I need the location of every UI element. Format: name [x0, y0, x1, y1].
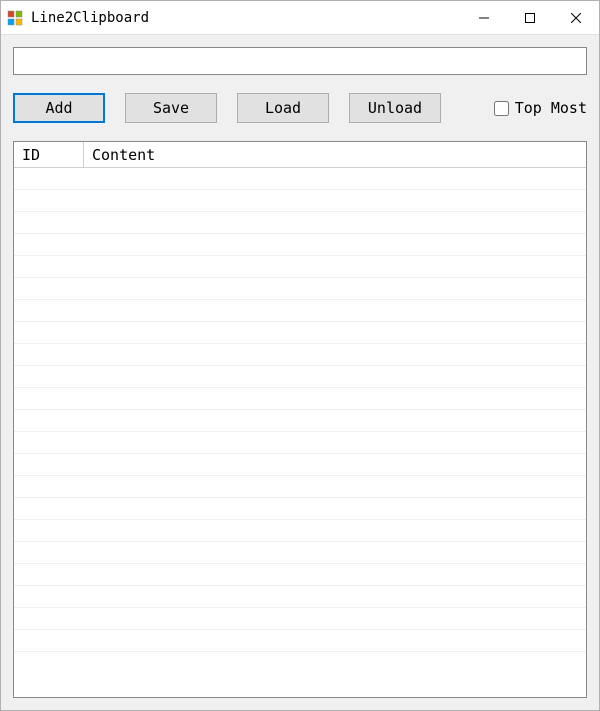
list-item[interactable] [14, 212, 586, 234]
button-row: Add Save Load Unload Top Most [13, 93, 587, 123]
list-item[interactable] [14, 432, 586, 454]
list-item[interactable] [14, 454, 586, 476]
topmost-checkbox-wrap[interactable]: Top Most [494, 99, 587, 117]
app-icon [7, 10, 23, 26]
close-button[interactable] [553, 1, 599, 34]
list-item[interactable] [14, 542, 586, 564]
maximize-icon [525, 13, 535, 23]
list-item[interactable] [14, 388, 586, 410]
load-button[interactable]: Load [237, 93, 329, 123]
list-item[interactable] [14, 498, 586, 520]
minimize-icon [479, 13, 489, 23]
listview-header: ID Content [14, 142, 586, 168]
topmost-checkbox[interactable] [494, 101, 509, 116]
content-input[interactable] [13, 47, 587, 75]
list-item[interactable] [14, 190, 586, 212]
close-icon [571, 13, 581, 23]
listview-body[interactable] [14, 168, 586, 697]
listview[interactable]: ID Content [13, 141, 587, 698]
list-item[interactable] [14, 520, 586, 542]
window-title: Line2Clipboard [31, 10, 149, 26]
minimize-button[interactable] [461, 1, 507, 34]
list-item[interactable] [14, 168, 586, 190]
list-item[interactable] [14, 234, 586, 256]
column-header-id[interactable]: ID [14, 142, 84, 168]
list-item[interactable] [14, 410, 586, 432]
client-area: Add Save Load Unload Top Most ID Content [1, 35, 599, 710]
maximize-button[interactable] [507, 1, 553, 34]
column-header-content[interactable]: Content [84, 142, 586, 168]
list-item[interactable] [14, 278, 586, 300]
input-row [13, 47, 587, 75]
titlebar[interactable]: Line2Clipboard [1, 1, 599, 35]
save-button[interactable]: Save [125, 93, 217, 123]
list-item[interactable] [14, 564, 586, 586]
list-item[interactable] [14, 630, 586, 652]
list-item[interactable] [14, 366, 586, 388]
list-item[interactable] [14, 300, 586, 322]
list-item[interactable] [14, 476, 586, 498]
list-item[interactable] [14, 256, 586, 278]
window-frame: Line2Clipboard [0, 0, 600, 711]
window-controls [461, 1, 599, 34]
topmost-label: Top Most [515, 99, 587, 117]
add-button[interactable]: Add [13, 93, 105, 123]
list-item[interactable] [14, 608, 586, 630]
list-item[interactable] [14, 322, 586, 344]
list-item[interactable] [14, 586, 586, 608]
list-item[interactable] [14, 344, 586, 366]
unload-button[interactable]: Unload [349, 93, 441, 123]
